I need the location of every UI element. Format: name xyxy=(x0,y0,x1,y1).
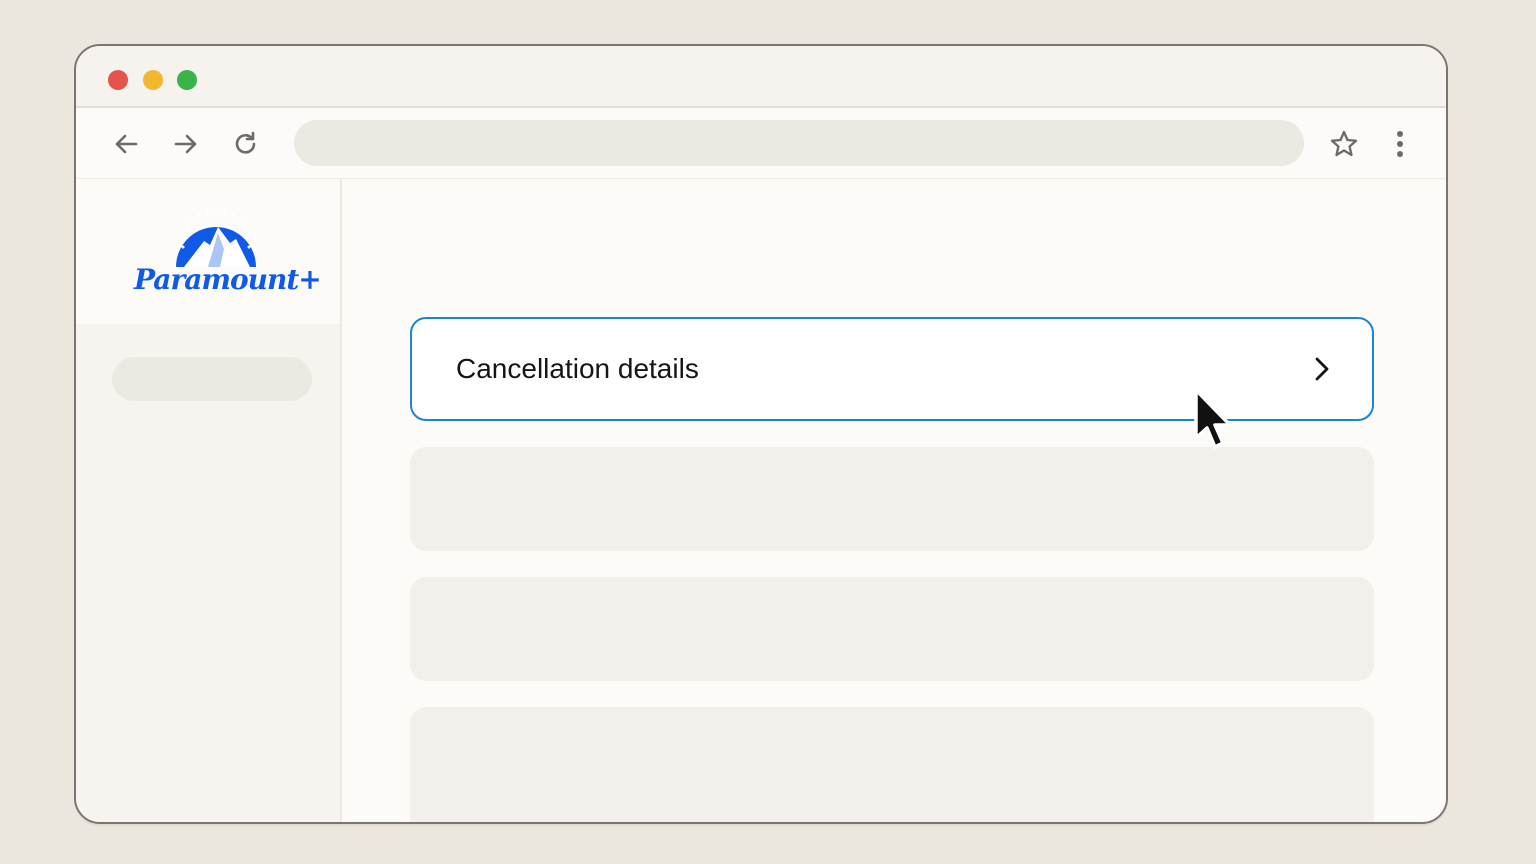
card-label: Cancellation details xyxy=(456,353,699,384)
placeholder-card[interactable] xyxy=(410,577,1374,681)
paramount-mountain-icon xyxy=(176,208,256,267)
arrow-right-icon xyxy=(174,134,197,154)
placeholder-card[interactable] xyxy=(410,447,1374,551)
close-window-button[interactable] xyxy=(108,70,128,90)
reload-icon xyxy=(235,131,256,154)
star-icon xyxy=(1330,130,1358,157)
title-bar xyxy=(76,46,1446,108)
browser-toolbar xyxy=(76,108,1446,179)
address-bar[interactable] xyxy=(294,120,1304,166)
brand-wordmark: Paramount+ xyxy=(134,263,322,296)
forward-button[interactable] xyxy=(170,128,202,160)
kebab-menu-icon xyxy=(1397,131,1403,157)
main-content: Cancellation details xyxy=(342,179,1446,822)
reload-button[interactable] xyxy=(230,128,262,160)
back-button[interactable] xyxy=(110,128,142,160)
browser-menu-button[interactable] xyxy=(1384,128,1416,160)
sidebar: Paramount+ xyxy=(76,179,342,822)
maximize-window-button[interactable] xyxy=(177,70,197,90)
bookmark-button[interactable] xyxy=(1328,128,1360,160)
sidebar-item-placeholder[interactable] xyxy=(112,357,312,401)
cancellation-details-card[interactable]: Cancellation details xyxy=(410,317,1374,421)
placeholder-card[interactable] xyxy=(410,707,1374,822)
chevron-right-icon xyxy=(1315,357,1329,381)
brand-logo[interactable]: Paramount+ xyxy=(76,179,340,324)
minimize-window-button[interactable] xyxy=(143,70,163,90)
browser-window: Paramount+ Cancellation details xyxy=(74,44,1448,824)
arrow-left-icon xyxy=(115,134,138,154)
